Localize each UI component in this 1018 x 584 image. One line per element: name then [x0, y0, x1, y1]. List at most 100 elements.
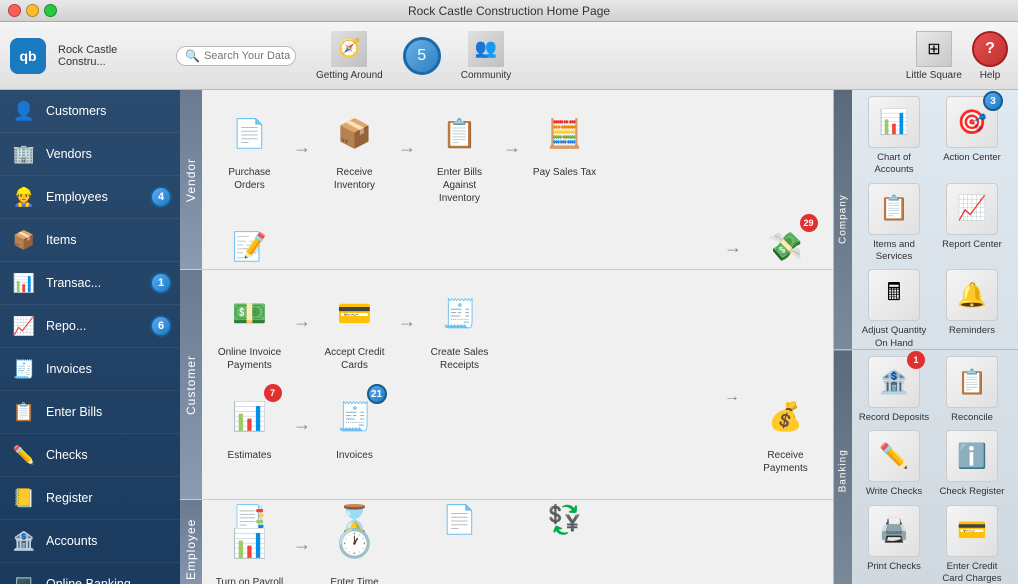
create-receipts-label: Create Sales Receipts: [422, 346, 497, 372]
receive-inventory-item[interactable]: 📦 Receive Inventory: [317, 105, 392, 192]
invoices-c-label: Invoices: [336, 449, 373, 462]
sidebar-item-enter-bills[interactable]: 📋 Enter Bills: [0, 391, 180, 434]
estimates-badge: 7: [264, 384, 282, 402]
items-services-item[interactable]: 📋 Items and Services: [858, 183, 930, 264]
reports-badge: 6: [150, 315, 172, 337]
receive-inventory-icon: 📦: [327, 105, 383, 161]
customer-flow-content: 💵 Online Invoice Payments → 💳 Accept Cre…: [202, 270, 833, 499]
nav-community[interactable]: 👥 Community: [461, 31, 512, 81]
enter-time-icon: 🕐: [327, 515, 383, 571]
enter-bills-inv-item[interactable]: 📋 Enter Bills Against Inventory: [422, 105, 497, 205]
pay-bills-icon: 💸 29: [758, 218, 814, 274]
reminders-item[interactable]: 🔔 Reminders: [936, 269, 1008, 350]
close-button[interactable]: [8, 4, 21, 17]
sidebar-item-employees[interactable]: 👷 Employees 4: [0, 176, 180, 219]
sidebar: 👤 Customers 🏢 Vendors 👷 Employees 4 📦 It…: [0, 90, 180, 584]
invoices-icon: 🧾: [12, 357, 36, 381]
invoices-c-item[interactable]: 🧾 21 Invoices: [317, 388, 392, 462]
enter-bills-label: Enter Bills: [46, 405, 102, 419]
report-center-item[interactable]: 📈 Report Center: [936, 183, 1008, 264]
sidebar-item-items[interactable]: 📦 Items: [0, 219, 180, 262]
record-deposits-badge: 1: [907, 351, 925, 369]
write-checks-item[interactable]: ✏️ Write Checks: [858, 430, 930, 498]
employee-section: Employee 📊 Turn on Payroll → 🕐 Enter Tim…: [180, 500, 833, 584]
window-title: Rock Castle Construction Home Page: [408, 4, 610, 18]
badge5-icon: 5: [403, 37, 441, 75]
sidebar-item-transactions[interactable]: 📊 Transac... 1: [0, 262, 180, 305]
sidebar-item-customers[interactable]: 👤 Customers: [0, 90, 180, 133]
company-name[interactable]: Rock Castle Constru...: [58, 44, 168, 68]
online-banking-icon: 💻: [12, 572, 36, 584]
sidebar-item-register[interactable]: 📒 Register: [0, 477, 180, 520]
content-area: Vendor 📄 Purchase Orders → 📦 Receive Inv…: [180, 90, 1018, 584]
receive-payments-label: Receive Payments: [748, 449, 823, 475]
sidebar-item-checks[interactable]: ✏️ Checks: [0, 434, 180, 477]
getting-around-label: Getting Around: [316, 70, 383, 81]
action-center-item[interactable]: 🎯 3 Action Center: [936, 96, 1008, 177]
nav-badge5[interactable]: 5: [403, 37, 441, 75]
chart-accounts-label: Chart of Accounts: [858, 152, 930, 177]
receive-payments-icon: 💰: [758, 388, 814, 444]
credit-charges-item[interactable]: 💳 Enter Credit Card Charges: [936, 505, 1008, 584]
help-item[interactable]: ? Help: [972, 31, 1008, 81]
window-controls[interactable]: [8, 4, 57, 17]
online-banking-label: Online Banking: [46, 577, 131, 584]
check-register-item[interactable]: ℹ️ Check Register: [936, 430, 1008, 498]
sidebar-item-accounts[interactable]: 🏦 Accounts: [0, 520, 180, 563]
arrow5: →: [293, 311, 311, 332]
toolbar: qb Rock Castle Constru... 🔍 🧭 Getting Ar…: [0, 22, 1018, 90]
chart-accounts-item[interactable]: 📊 Chart of Accounts: [858, 96, 930, 177]
record-deposits-item[interactable]: 🏦 1 Record Deposits: [858, 356, 930, 424]
purchase-orders-item[interactable]: 📄 Purchase Orders: [212, 105, 287, 192]
create-receipts-item[interactable]: 🧾 Create Sales Receipts: [422, 285, 497, 372]
search-input[interactable]: [204, 50, 294, 62]
refunds-credits-icon: 💱: [537, 491, 593, 547]
getting-around-icon: 🧭: [331, 31, 367, 67]
checks-label: Checks: [46, 448, 88, 462]
arrow11: →: [293, 534, 311, 555]
arrow3: →: [503, 137, 521, 158]
vendors-label: Vendors: [46, 147, 92, 161]
write-checks-label: Write Checks: [866, 486, 922, 498]
online-invoice-label: Online Invoice Payments: [212, 346, 287, 372]
online-invoice-item[interactable]: 💵 Online Invoice Payments: [212, 285, 287, 372]
minimize-button[interactable]: [26, 4, 39, 17]
sidebar-item-vendors[interactable]: 🏢 Vendors: [0, 133, 180, 176]
invoices-c-badge: 21: [367, 384, 387, 404]
sidebar-item-online-banking[interactable]: 💻 Online Banking: [0, 563, 180, 584]
enter-time-item[interactable]: 🕐 Enter Time: [317, 515, 392, 584]
print-checks-item[interactable]: 🖨️ Print Checks: [858, 505, 930, 584]
turn-on-payroll-icon: 📊: [222, 515, 278, 571]
accounts-icon: 🏦: [12, 529, 36, 553]
community-icon: 👥: [468, 31, 504, 67]
turn-on-payroll-item[interactable]: 📊 Turn on Payroll: [212, 515, 287, 584]
title-bar: Rock Castle Construction Home Page: [0, 0, 1018, 22]
arrow2: →: [398, 137, 416, 158]
search-box[interactable]: 🔍: [176, 46, 296, 66]
items-services-label: Items and Services: [858, 239, 930, 264]
qb-logo[interactable]: qb: [10, 38, 46, 74]
main-layout: 👤 Customers 🏢 Vendors 👷 Employees 4 📦 It…: [0, 90, 1018, 584]
accounts-label: Accounts: [46, 534, 97, 548]
sidebar-item-invoices[interactable]: 🧾 Invoices: [0, 348, 180, 391]
estimates-item[interactable]: 📊 7 Estimates: [212, 388, 287, 462]
banking-section: Banking 🏦 1 Record Deposits 📋 Reconcile: [834, 350, 1018, 584]
items-services-icon: 📋: [868, 183, 920, 235]
report-center-icon: 📈: [946, 183, 998, 235]
employee-flow-content: 📊 Turn on Payroll → 🕐 Enter Time: [202, 500, 833, 584]
invoices-label: Invoices: [46, 362, 92, 376]
reconcile-item[interactable]: 📋 Reconcile: [936, 356, 1008, 424]
reports-label: Repo...: [46, 319, 86, 333]
vendor-section: Vendor 📄 Purchase Orders → 📦 Receive Inv…: [180, 90, 833, 270]
receive-payments-item[interactable]: 💰 Receive Payments: [748, 388, 823, 475]
little-square-item[interactable]: ⊞ Little Square: [906, 31, 962, 81]
maximize-button[interactable]: [44, 4, 57, 17]
write-checks-icon: ✏️: [868, 430, 920, 482]
pay-sales-tax-item[interactable]: 🧮 Pay Sales Tax: [527, 105, 602, 179]
nav-getting-around[interactable]: 🧭 Getting Around: [316, 31, 383, 81]
accept-cc-item[interactable]: 💳 Accept Credit Cards: [317, 285, 392, 372]
items-icon: 📦: [12, 228, 36, 252]
adjust-qty-icon: 🖩: [868, 269, 920, 321]
sidebar-item-reports[interactable]: 📈 Repo... 6: [0, 305, 180, 348]
adjust-qty-item[interactable]: 🖩 Adjust Quantity On Hand: [858, 269, 930, 350]
